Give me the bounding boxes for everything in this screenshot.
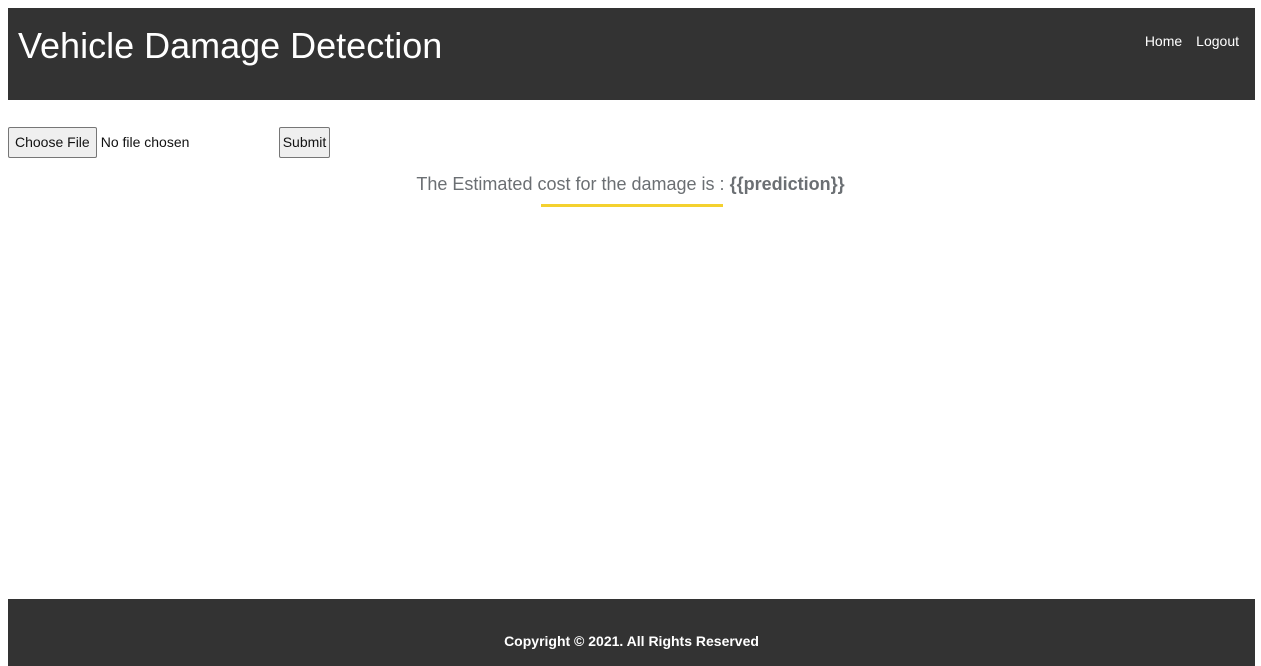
estimated-cost-result: The Estimated cost for the damage is : {… — [0, 172, 1261, 196]
submit-button[interactable]: Submit — [278, 126, 331, 158]
prediction-value: {{prediction}} — [729, 174, 845, 194]
page-title: Vehicle Damage Detection — [18, 25, 443, 66]
image-upload-form: Choose File No file chosen Submit — [8, 126, 331, 158]
estimated-cost-label: The Estimated cost for the damage is : — [416, 174, 730, 194]
choose-file-button[interactable]: Choose File — [8, 126, 97, 158]
copyright-text: Copyright © 2021. All Rights Reserved — [504, 633, 759, 649]
logout-link[interactable]: Logout — [1196, 32, 1239, 50]
top-navigation: Home Logout — [1145, 32, 1239, 50]
page-footer: Copyright © 2021. All Rights Reserved — [8, 599, 1255, 666]
file-chosen-status: No file chosen — [100, 134, 190, 150]
top-header: Vehicle Damage Detection Home Logout — [8, 8, 1255, 100]
result-underline — [541, 204, 723, 207]
home-link[interactable]: Home — [1145, 32, 1182, 50]
page: Vehicle Damage Detection Home Logout Cho… — [0, 0, 1261, 666]
